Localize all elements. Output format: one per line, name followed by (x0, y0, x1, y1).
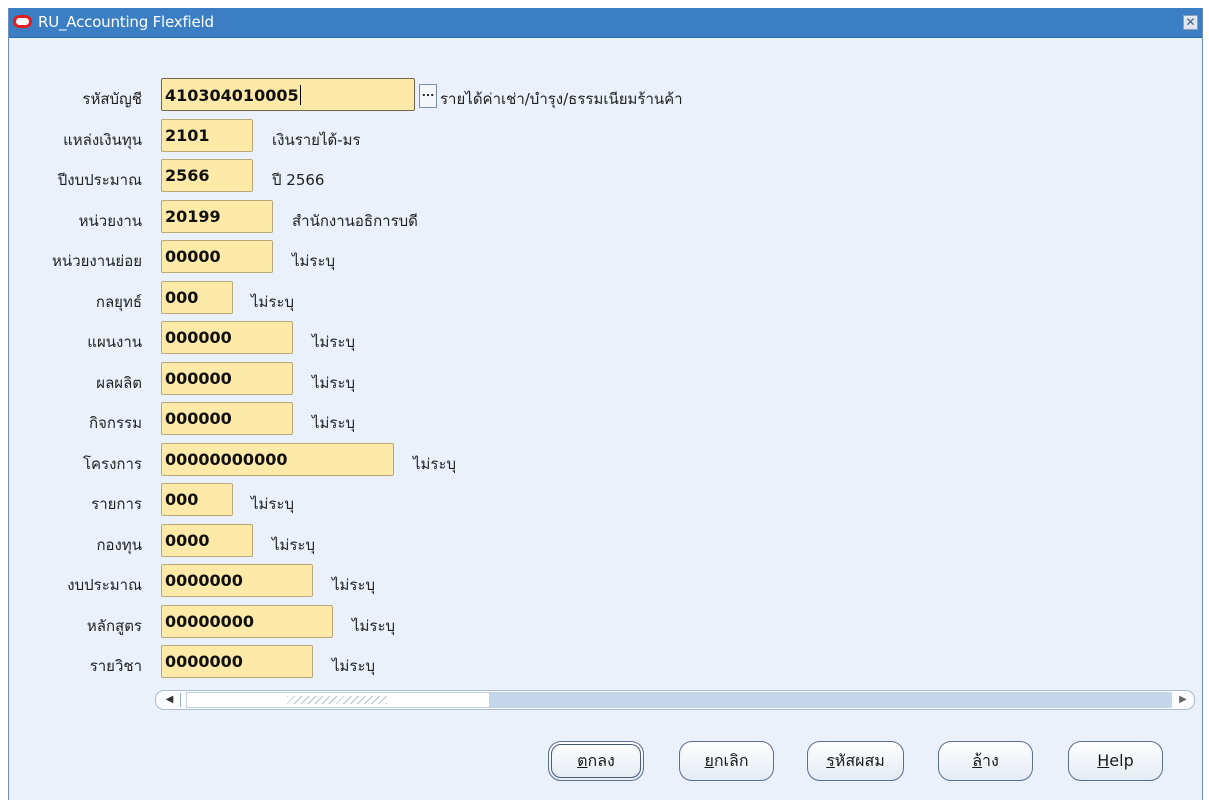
fund-source-input[interactable]: 2101 (161, 119, 253, 152)
strategy-description: ไม่ระบุ (251, 293, 295, 311)
combinations-mnemonic: ร (826, 751, 835, 770)
fund-source-label: แหล่งเงินทุน (63, 131, 142, 149)
horizontal-scrollbar[interactable]: ◀ ▶ (155, 690, 1195, 710)
plan-description: ไม่ระบุ (312, 333, 356, 351)
sub-department-description: ไม่ระบุ (292, 252, 336, 270)
department-input[interactable]: 20199 (161, 200, 273, 233)
flexfield-dialog: RU_Accounting Flexfield ✕ รหัสบัญชี 4103… (8, 8, 1203, 800)
help-label: elp (1109, 751, 1134, 770)
budget-description: ไม่ระบุ (332, 576, 376, 594)
activity-label: กิจกรรม (89, 414, 142, 432)
item-description: ไม่ระบุ (251, 495, 295, 513)
ok-button[interactable]: ตกลง (548, 741, 644, 781)
fund-description: ไม่ระบุ (272, 536, 316, 554)
scroll-left-arrow-icon[interactable]: ◀ (159, 693, 181, 707)
combinations-button[interactable]: รหัสผสม (807, 741, 904, 781)
strategy-label: กลยุทธ์ (95, 293, 142, 311)
scrollbar-grip (287, 696, 387, 704)
combinations-label: หัสผสม (834, 751, 885, 770)
fund-source-description: เงินรายได้-มร (272, 131, 361, 149)
course-input[interactable]: 0000000 (161, 645, 313, 678)
department-label: หน่วยงาน (78, 212, 142, 230)
help-mnemonic: H (1097, 751, 1110, 770)
plan-label: แผนงาน (87, 333, 142, 351)
fiscal-year-input[interactable]: 2566 (161, 159, 253, 192)
project-description: ไม่ระบุ (413, 455, 457, 473)
sub-department-label: หน่วยงานย่อย (52, 252, 142, 270)
budget-input[interactable]: 0000000 (161, 564, 313, 597)
ok-mnemonic: ต (577, 751, 588, 770)
cancel-label: กเลิก (713, 751, 749, 770)
fiscal-year-label: ปีงบประมาณ (57, 171, 142, 189)
output-label: ผลผลิต (96, 374, 142, 392)
clear-label: ้าง (982, 751, 999, 770)
clear-button[interactable]: ล้าง (938, 741, 1033, 781)
department-description: สำนักงานอธิการบดี (292, 212, 418, 230)
fund-input[interactable]: 0000 (161, 524, 253, 557)
item-input[interactable]: 000 (161, 483, 233, 516)
plan-input[interactable]: 000000 (161, 321, 293, 354)
strategy-input[interactable]: 000 (161, 281, 233, 314)
account-code-input[interactable]: 410304010005 (161, 78, 415, 111)
close-icon[interactable]: ✕ (1183, 15, 1198, 30)
help-button[interactable]: Help (1068, 741, 1163, 781)
activity-description: ไม่ระบุ (312, 414, 356, 432)
ok-label: กลง (587, 751, 615, 770)
fiscal-year-description: ปี 2566 (272, 171, 325, 189)
course-label: รายวิชา (89, 657, 142, 675)
course-description: ไม่ระบุ (332, 657, 376, 675)
cancel-button[interactable]: ยกเลิก (679, 741, 774, 781)
sub-department-input[interactable]: 00000 (161, 240, 273, 273)
window-title: RU_Accounting Flexfield (38, 13, 214, 31)
budget-label: งบประมาณ (67, 576, 142, 594)
list-of-values-button[interactable]: ... (419, 84, 437, 108)
scrollbar-track[interactable] (490, 692, 1172, 708)
activity-input[interactable]: 000000 (161, 402, 293, 435)
curriculum-description: ไม่ระบุ (352, 617, 396, 635)
fund-label: กองทุน (96, 536, 142, 554)
output-description: ไม่ระบุ (312, 374, 356, 392)
account-code-label: รหัสบัญชี (82, 90, 142, 108)
scroll-right-arrow-icon[interactable]: ▶ (1176, 693, 1190, 707)
project-label: โครงการ (82, 455, 142, 473)
cancel-mnemonic: ย (704, 751, 714, 770)
item-label: รายการ (91, 495, 142, 513)
clear-mnemonic: ล (972, 751, 982, 770)
oracle-logo-icon (13, 15, 32, 28)
text-cursor (299, 85, 301, 105)
output-input[interactable]: 000000 (161, 362, 293, 395)
account-code-description: รายได้ค่าเช่า/บำรุง/ธรรมเนียมร้านค้า (440, 90, 683, 108)
title-bar[interactable]: RU_Accounting Flexfield ✕ (9, 8, 1202, 38)
curriculum-input[interactable]: 00000000 (161, 605, 333, 638)
scrollbar-thumb[interactable] (186, 692, 490, 708)
curriculum-label: หลักสูตร (86, 617, 142, 635)
project-input[interactable]: 00000000000 (161, 443, 394, 476)
